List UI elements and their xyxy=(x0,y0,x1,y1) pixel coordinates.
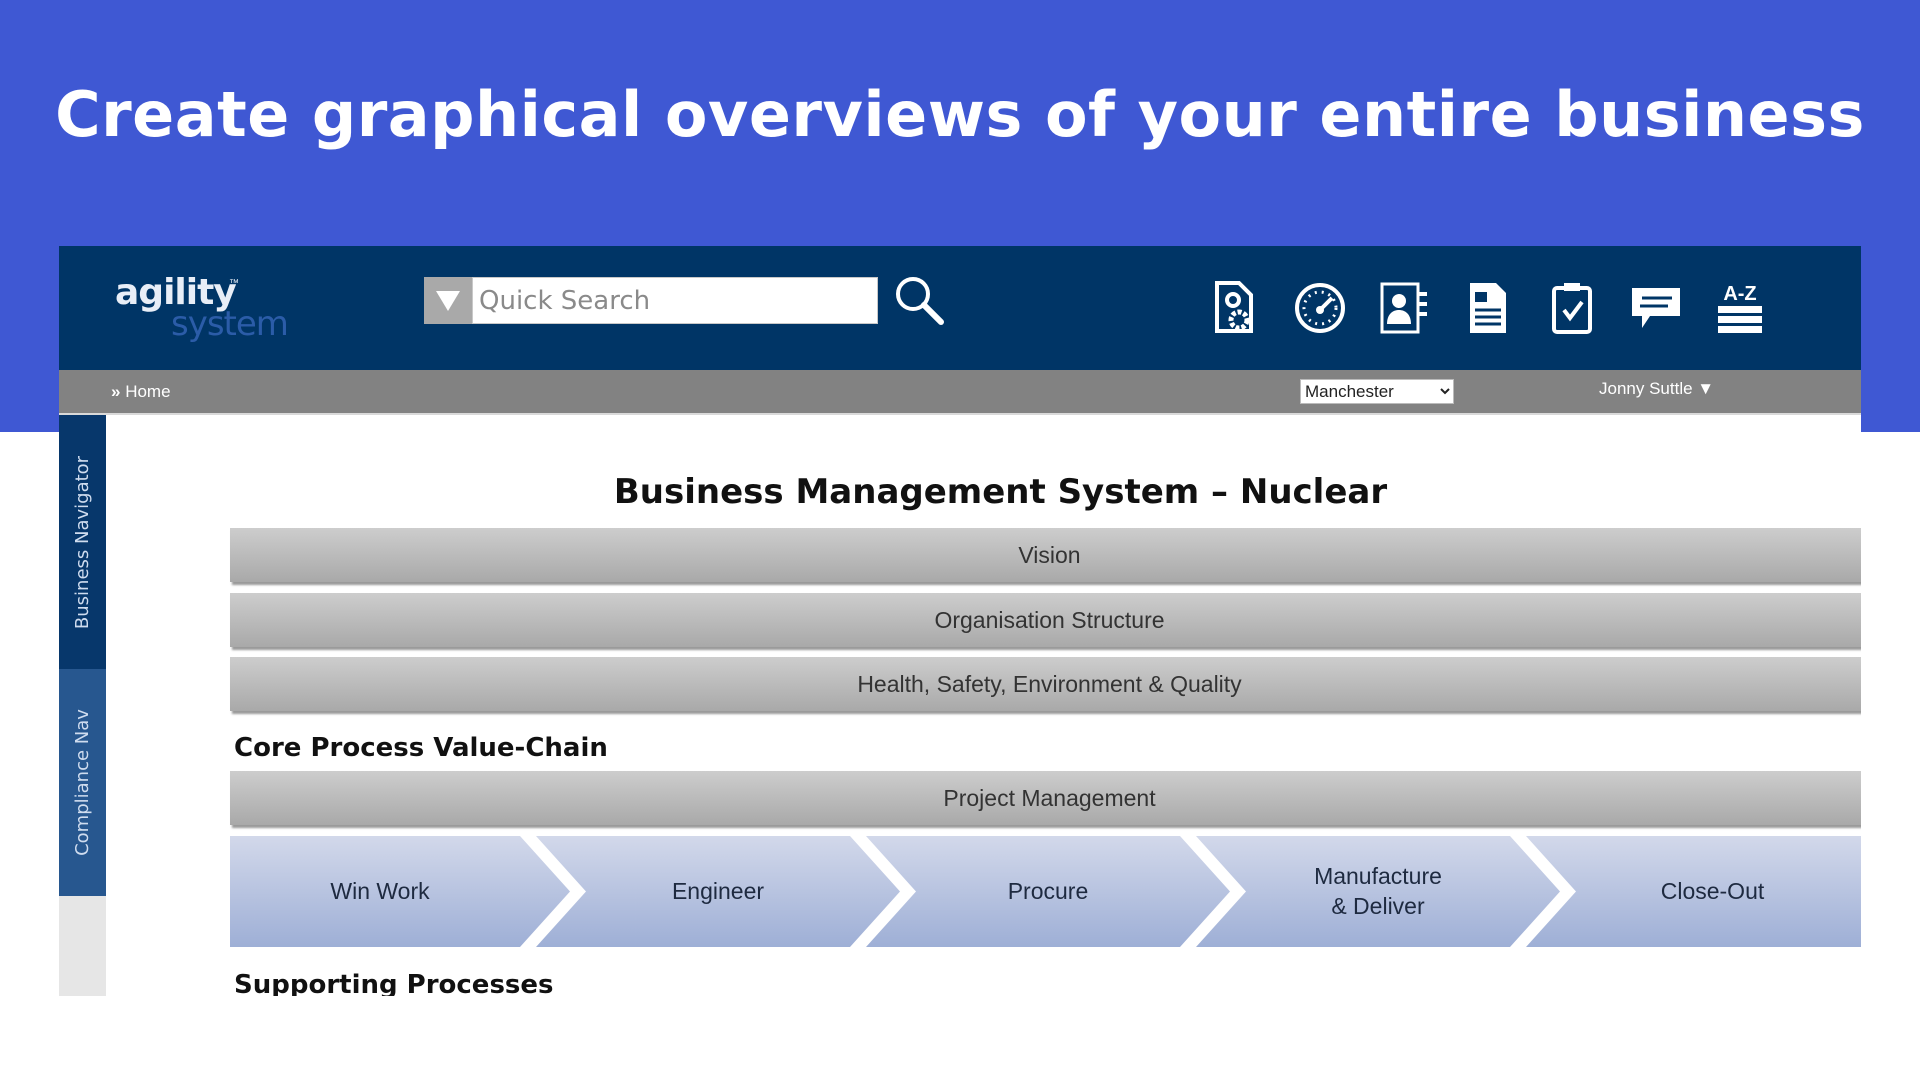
dashboard-button[interactable] xyxy=(1288,278,1352,338)
caret-down-icon: ▼ xyxy=(1697,379,1715,398)
chevron-manufacture-deliver[interactable]: Manufacture & Deliver xyxy=(1196,836,1560,947)
core-process-heading: Core Process Value-Chain xyxy=(234,733,608,763)
hseq-bar[interactable]: Health, Safety, Environment & Quality xyxy=(230,657,1861,711)
chevron-label: Engineer xyxy=(671,877,765,904)
site-select[interactable]: Manchester xyxy=(1300,379,1454,404)
chevron-close-out[interactable]: Close-Out xyxy=(1526,836,1861,947)
organisation-structure-bar[interactable]: Organisation Structure xyxy=(230,593,1861,647)
chevron-label: Close-Out xyxy=(1660,877,1765,904)
main-content: Business Management System – Nuclear Vis… xyxy=(106,415,1861,996)
breadcrumb: » Home xyxy=(111,382,171,402)
chevron-label: Manufacture & Deliver xyxy=(1314,862,1442,922)
project-management-bar[interactable]: Project Management xyxy=(230,771,1861,825)
dashboard-gauge-icon xyxy=(1295,283,1345,333)
app-window: agility ™ system Quick Search A-Z » Home… xyxy=(59,246,1861,996)
a-z-index-button[interactable]: A-Z xyxy=(1708,278,1772,338)
value-chain: Win Work Engineer Procure Manufacture & D… xyxy=(230,836,1861,947)
chevron-label-line1: Manufacture xyxy=(1314,862,1442,889)
search-icon xyxy=(896,277,944,325)
document-settings-icon xyxy=(1215,281,1253,333)
checklist-clipboard-icon xyxy=(1552,283,1592,334)
search-button[interactable] xyxy=(891,272,947,328)
vision-bar[interactable]: Vision xyxy=(230,528,1861,582)
toolbar-icons: A-Z xyxy=(1204,278,1772,338)
chevron-win-work[interactable]: Win Work xyxy=(230,836,570,947)
tab-business-navigator[interactable]: Business Navigator xyxy=(59,415,106,669)
logo-trademark: ™ xyxy=(229,278,239,289)
triangle-down-icon xyxy=(436,290,460,311)
breadcrumb-separator: » xyxy=(111,382,121,401)
document-settings-button[interactable] xyxy=(1204,278,1268,338)
tab-compliance-nav[interactable]: Compliance Nav xyxy=(59,669,106,896)
chevron-label: Procure xyxy=(1007,877,1089,904)
page-title: Business Management System – Nuclear xyxy=(613,472,1388,512)
document-icon xyxy=(1470,283,1506,333)
svg-text:A-Z: A-Z xyxy=(1723,283,1756,305)
agility-system-logo[interactable]: agility ™ system xyxy=(115,272,305,352)
chevron-procure[interactable]: Procure xyxy=(866,836,1230,947)
user-menu[interactable]: Jonny Suttle ▼ xyxy=(1599,379,1714,399)
chevron-engineer[interactable]: Engineer xyxy=(536,836,900,947)
quick-search-input[interactable] xyxy=(472,277,878,324)
documents-button[interactable] xyxy=(1456,278,1520,338)
chevron-label-line2: & Deliver xyxy=(1331,892,1425,919)
tab-label: Compliance Nav xyxy=(72,709,94,856)
a-z-index-icon: A-Z xyxy=(1718,283,1762,333)
breadcrumb-home-link[interactable]: Home xyxy=(125,382,170,401)
contacts-directory-icon xyxy=(1380,282,1427,334)
search-scope-dropdown[interactable] xyxy=(424,277,472,324)
supporting-processes-heading: Supporting Processes xyxy=(234,970,554,996)
logo-text-bottom: system xyxy=(171,304,289,344)
feedback-chat-icon xyxy=(1632,288,1680,328)
app-header: agility ™ system Quick Search A-Z xyxy=(59,246,1861,370)
navigation-bar: » Home Manchester Jonny Suttle ▼ xyxy=(59,370,1861,415)
user-name: Jonny Suttle xyxy=(1599,379,1693,398)
contacts-button[interactable] xyxy=(1372,278,1436,338)
chevron-label: Win Work xyxy=(330,877,430,904)
feedback-button[interactable] xyxy=(1624,278,1688,338)
checklist-button[interactable] xyxy=(1540,278,1604,338)
hero-headline: Create graphical overviews of your entir… xyxy=(55,78,1865,151)
